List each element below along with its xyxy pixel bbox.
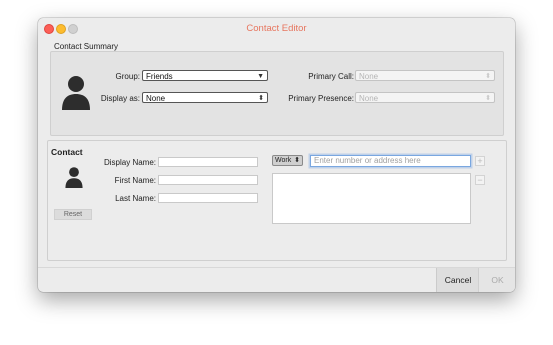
- updown-arrows-icon: ⬍: [485, 95, 491, 102]
- primary-call-select: None ⬍: [355, 70, 495, 81]
- add-address-button[interactable]: +: [475, 156, 485, 166]
- address-type-value: Work: [275, 157, 292, 164]
- display-as-label: Display as:: [100, 94, 140, 103]
- first-name-field[interactable]: [158, 175, 258, 185]
- first-name-label: First Name:: [114, 176, 156, 185]
- contact-title: Contact: [51, 147, 83, 157]
- contact-editor-window: Contact Editor Contact Summary Group: Fr…: [38, 18, 515, 292]
- reset-button[interactable]: Reset: [54, 209, 92, 220]
- updown-arrows-icon: ⬍: [258, 95, 264, 102]
- display-as-select-value: None: [146, 94, 166, 103]
- group-label: Group:: [115, 72, 140, 81]
- display-name-field[interactable]: [158, 157, 258, 167]
- remove-address-button[interactable]: −: [475, 175, 485, 185]
- last-name-field[interactable]: [158, 193, 258, 203]
- cancel-button[interactable]: Cancel: [436, 268, 479, 292]
- address-type-select[interactable]: Work ⬍: [272, 155, 303, 166]
- contact-photo-icon: [65, 167, 83, 188]
- contact-summary-title: Contact Summary: [54, 42, 119, 51]
- primary-presence-label: Primary Presence:: [288, 94, 354, 103]
- updown-arrows-icon: ⬍: [294, 157, 300, 164]
- group-select-value: Friends: [146, 72, 173, 81]
- ok-button[interactable]: OK: [478, 268, 515, 292]
- address-list[interactable]: [272, 173, 471, 224]
- title-bar[interactable]: Contact Editor: [38, 18, 515, 38]
- primary-presence-select: None ⬍: [355, 92, 495, 103]
- updown-arrows-icon: ⬍: [485, 73, 491, 80]
- group-select[interactable]: Friends ▼: [142, 70, 268, 81]
- display-name-label: Display Name:: [103, 158, 156, 167]
- window-title: Contact Editor: [246, 23, 307, 34]
- primary-call-select-value: None: [359, 72, 379, 81]
- primary-call-label: Primary Call:: [308, 72, 354, 81]
- display-as-select[interactable]: None ⬍: [142, 92, 268, 103]
- chevron-down-icon: ▼: [257, 73, 264, 80]
- last-name-label: Last Name:: [115, 194, 156, 203]
- primary-presence-select-value: None: [359, 94, 379, 103]
- address-input[interactable]: Enter number or address here: [310, 155, 471, 167]
